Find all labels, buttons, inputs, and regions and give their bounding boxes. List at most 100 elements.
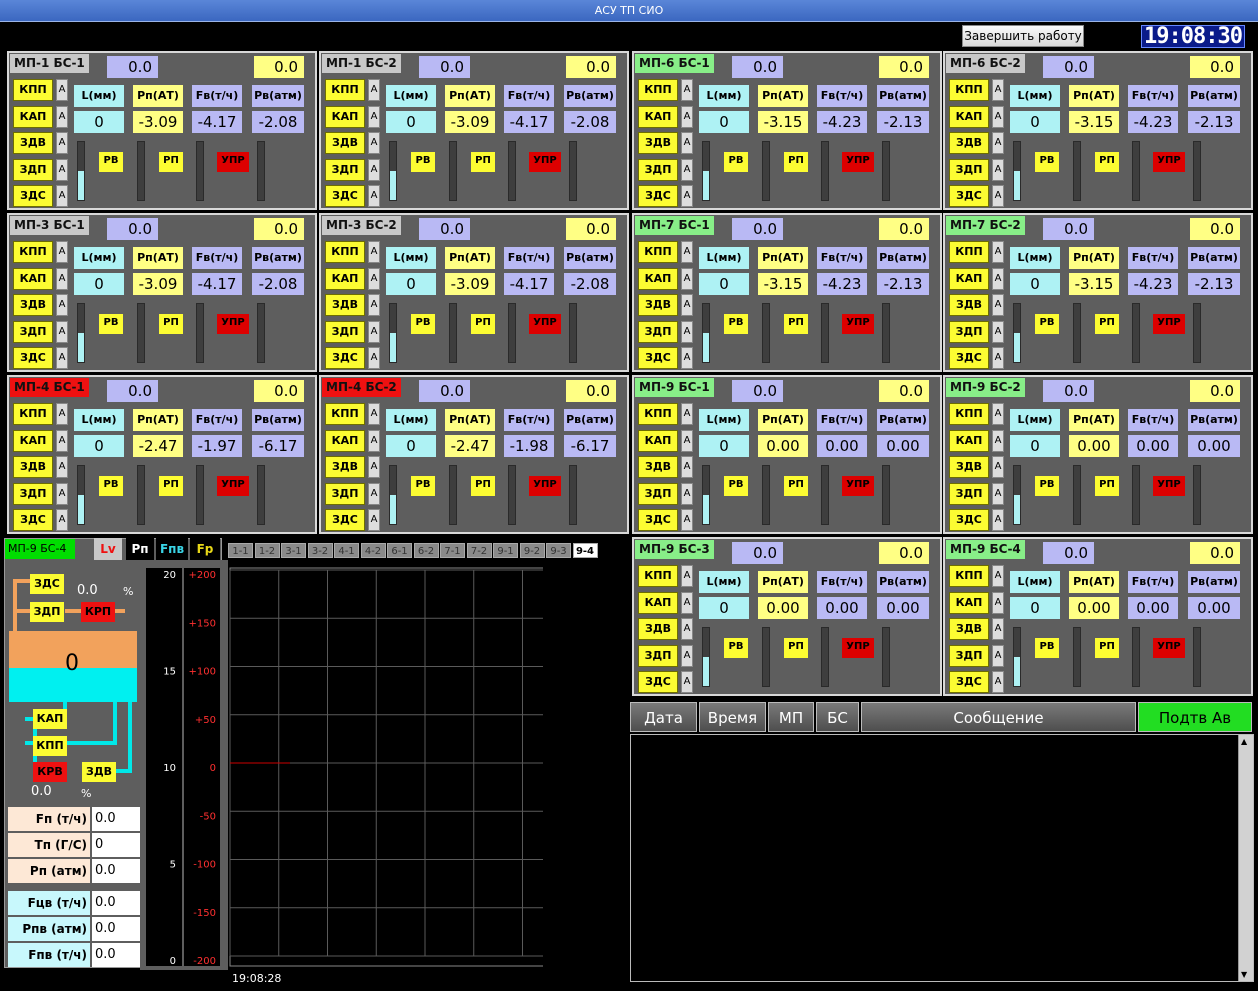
zds-button[interactable]: ЗДС bbox=[949, 347, 989, 369]
zdv-button[interactable]: ЗДВ bbox=[949, 618, 989, 640]
kpp-button[interactable]: КПП bbox=[325, 79, 365, 101]
page-tab[interactable]: 9-4 bbox=[572, 543, 598, 558]
rp-button[interactable]: РП bbox=[1095, 314, 1119, 334]
rp-button[interactable]: РП bbox=[1095, 638, 1119, 658]
auto-zds-button[interactable]: A bbox=[681, 509, 693, 531]
zds-button[interactable]: ЗДС bbox=[949, 509, 989, 531]
zdp-button[interactable]: ЗДП bbox=[638, 482, 678, 505]
tab-fpv[interactable]: Fпв bbox=[156, 538, 188, 560]
zds-button[interactable]: ЗДС bbox=[30, 574, 64, 594]
kpp-button[interactable]: КПП bbox=[949, 565, 989, 587]
krp-button[interactable]: КРП bbox=[81, 602, 115, 622]
alarm-log-scrollbar[interactable]: ▲ ▼ bbox=[1238, 735, 1253, 981]
zds-button[interactable]: ЗДС bbox=[325, 347, 365, 369]
zdp-button[interactable]: ЗДП bbox=[13, 158, 53, 181]
auto-zds-button[interactable]: A bbox=[56, 347, 68, 369]
kap-button[interactable]: КАП bbox=[638, 591, 678, 614]
auto-zds-button[interactable]: A bbox=[681, 185, 693, 207]
auto-zdp-button[interactable]: A bbox=[992, 158, 1004, 181]
auto-zdp-button[interactable]: A bbox=[368, 482, 380, 505]
auto-zdv-button[interactable]: A bbox=[681, 618, 693, 640]
zdp-button[interactable]: ЗДП bbox=[949, 644, 989, 667]
auto-zdp-button[interactable]: A bbox=[56, 158, 68, 181]
auto-kpp-button[interactable]: A bbox=[56, 403, 68, 425]
rv-button[interactable]: РВ bbox=[1035, 638, 1059, 658]
auto-kpp-button[interactable]: A bbox=[681, 565, 693, 587]
kpp-button[interactable]: КПП bbox=[13, 241, 53, 263]
auto-kap-button[interactable]: A bbox=[368, 267, 380, 290]
kpp-button[interactable]: КПП bbox=[638, 241, 678, 263]
kap-button[interactable]: КАП bbox=[949, 267, 989, 290]
page-tab[interactable]: 3-1 bbox=[281, 543, 306, 558]
kpp-button[interactable]: КПП bbox=[949, 403, 989, 425]
zds-button[interactable]: ЗДС bbox=[949, 185, 989, 207]
rp-button[interactable]: РП bbox=[159, 476, 183, 496]
zdp-button[interactable]: ЗДП bbox=[13, 320, 53, 343]
auto-kpp-button[interactable]: A bbox=[368, 79, 380, 101]
zdv-button[interactable]: ЗДВ bbox=[949, 294, 989, 316]
page-tab[interactable]: 6-1 bbox=[387, 543, 412, 558]
kap-button[interactable]: КАП bbox=[13, 105, 53, 128]
col-bs[interactable]: БС bbox=[816, 702, 859, 732]
rp-button[interactable]: РП bbox=[159, 314, 183, 334]
kap-button[interactable]: КАП bbox=[949, 429, 989, 452]
page-tab[interactable]: 7-2 bbox=[466, 543, 492, 558]
col-time[interactable]: Время bbox=[699, 702, 766, 732]
kpp-button[interactable]: КПП bbox=[325, 241, 365, 263]
upr-button[interactable]: УПР bbox=[1153, 314, 1185, 334]
panel-title[interactable]: МП-4 БС-2 bbox=[322, 378, 401, 397]
rv-button[interactable]: РВ bbox=[411, 476, 435, 496]
kpp-button[interactable]: КПП bbox=[949, 79, 989, 101]
auto-zds-button[interactable]: A bbox=[992, 509, 1004, 531]
auto-kpp-button[interactable]: A bbox=[681, 403, 693, 425]
rv-button[interactable]: РВ bbox=[1035, 314, 1059, 334]
col-message[interactable]: Сообщение bbox=[861, 702, 1136, 732]
upr-button[interactable]: УПР bbox=[842, 476, 874, 496]
rp-button[interactable]: РП bbox=[784, 314, 808, 334]
auto-kpp-button[interactable]: A bbox=[992, 565, 1004, 587]
auto-kap-button[interactable]: A bbox=[368, 105, 380, 128]
auto-kap-button[interactable]: A bbox=[368, 429, 380, 452]
auto-zds-button[interactable]: A bbox=[56, 185, 68, 207]
upr-button[interactable]: УПР bbox=[842, 638, 874, 658]
panel-title[interactable]: МП-1 БС-1 bbox=[10, 54, 89, 73]
kap-button[interactable]: КАП bbox=[638, 429, 678, 452]
auto-zdv-button[interactable]: A bbox=[681, 294, 693, 316]
zdv-button[interactable]: ЗДВ bbox=[13, 456, 53, 478]
auto-kpp-button[interactable]: A bbox=[992, 241, 1004, 263]
panel-title[interactable]: МП-9 БС-4 bbox=[946, 540, 1025, 559]
zdp-button[interactable]: ЗДП bbox=[638, 158, 678, 181]
scroll-up-icon[interactable]: ▲ bbox=[1241, 737, 1247, 746]
rv-button[interactable]: РВ bbox=[724, 638, 748, 658]
auto-kap-button[interactable]: A bbox=[56, 267, 68, 290]
zdp-button[interactable]: ЗДП bbox=[949, 482, 989, 505]
auto-zdv-button[interactable]: A bbox=[681, 132, 693, 154]
zdv-button[interactable]: ЗДВ bbox=[638, 456, 678, 478]
auto-zdv-button[interactable]: A bbox=[992, 294, 1004, 316]
upr-button[interactable]: УПР bbox=[217, 152, 249, 172]
auto-zdv-button[interactable]: A bbox=[368, 132, 380, 154]
zdv-button[interactable]: ЗДВ bbox=[638, 618, 678, 640]
kpp-button[interactable]: КПП bbox=[33, 736, 67, 756]
zdv-button[interactable]: ЗДВ bbox=[638, 132, 678, 154]
auto-zdv-button[interactable]: A bbox=[992, 132, 1004, 154]
kap-button[interactable]: КАП bbox=[638, 105, 678, 128]
auto-zdp-button[interactable]: A bbox=[992, 482, 1004, 505]
kpp-button[interactable]: КПП bbox=[13, 403, 53, 425]
page-tab[interactable]: 4-1 bbox=[334, 543, 359, 558]
auto-zdv-button[interactable]: A bbox=[992, 618, 1004, 640]
rp-button[interactable]: РП bbox=[784, 476, 808, 496]
zdp-button[interactable]: ЗДП bbox=[949, 320, 989, 343]
page-tab[interactable]: 9-3 bbox=[546, 543, 571, 558]
auto-zdp-button[interactable]: A bbox=[368, 158, 380, 181]
rv-button[interactable]: РВ bbox=[724, 152, 748, 172]
rp-button[interactable]: РП bbox=[471, 152, 495, 172]
auto-zds-button[interactable]: A bbox=[992, 347, 1004, 369]
auto-zdp-button[interactable]: A bbox=[56, 482, 68, 505]
zdp-button[interactable]: ЗДП bbox=[638, 320, 678, 343]
auto-kap-button[interactable]: A bbox=[56, 105, 68, 128]
auto-zdp-button[interactable]: A bbox=[56, 320, 68, 343]
rp-button[interactable]: РП bbox=[1095, 152, 1119, 172]
page-tab[interactable]: 4-2 bbox=[360, 543, 386, 558]
zdp-button[interactable]: ЗДП bbox=[325, 158, 365, 181]
